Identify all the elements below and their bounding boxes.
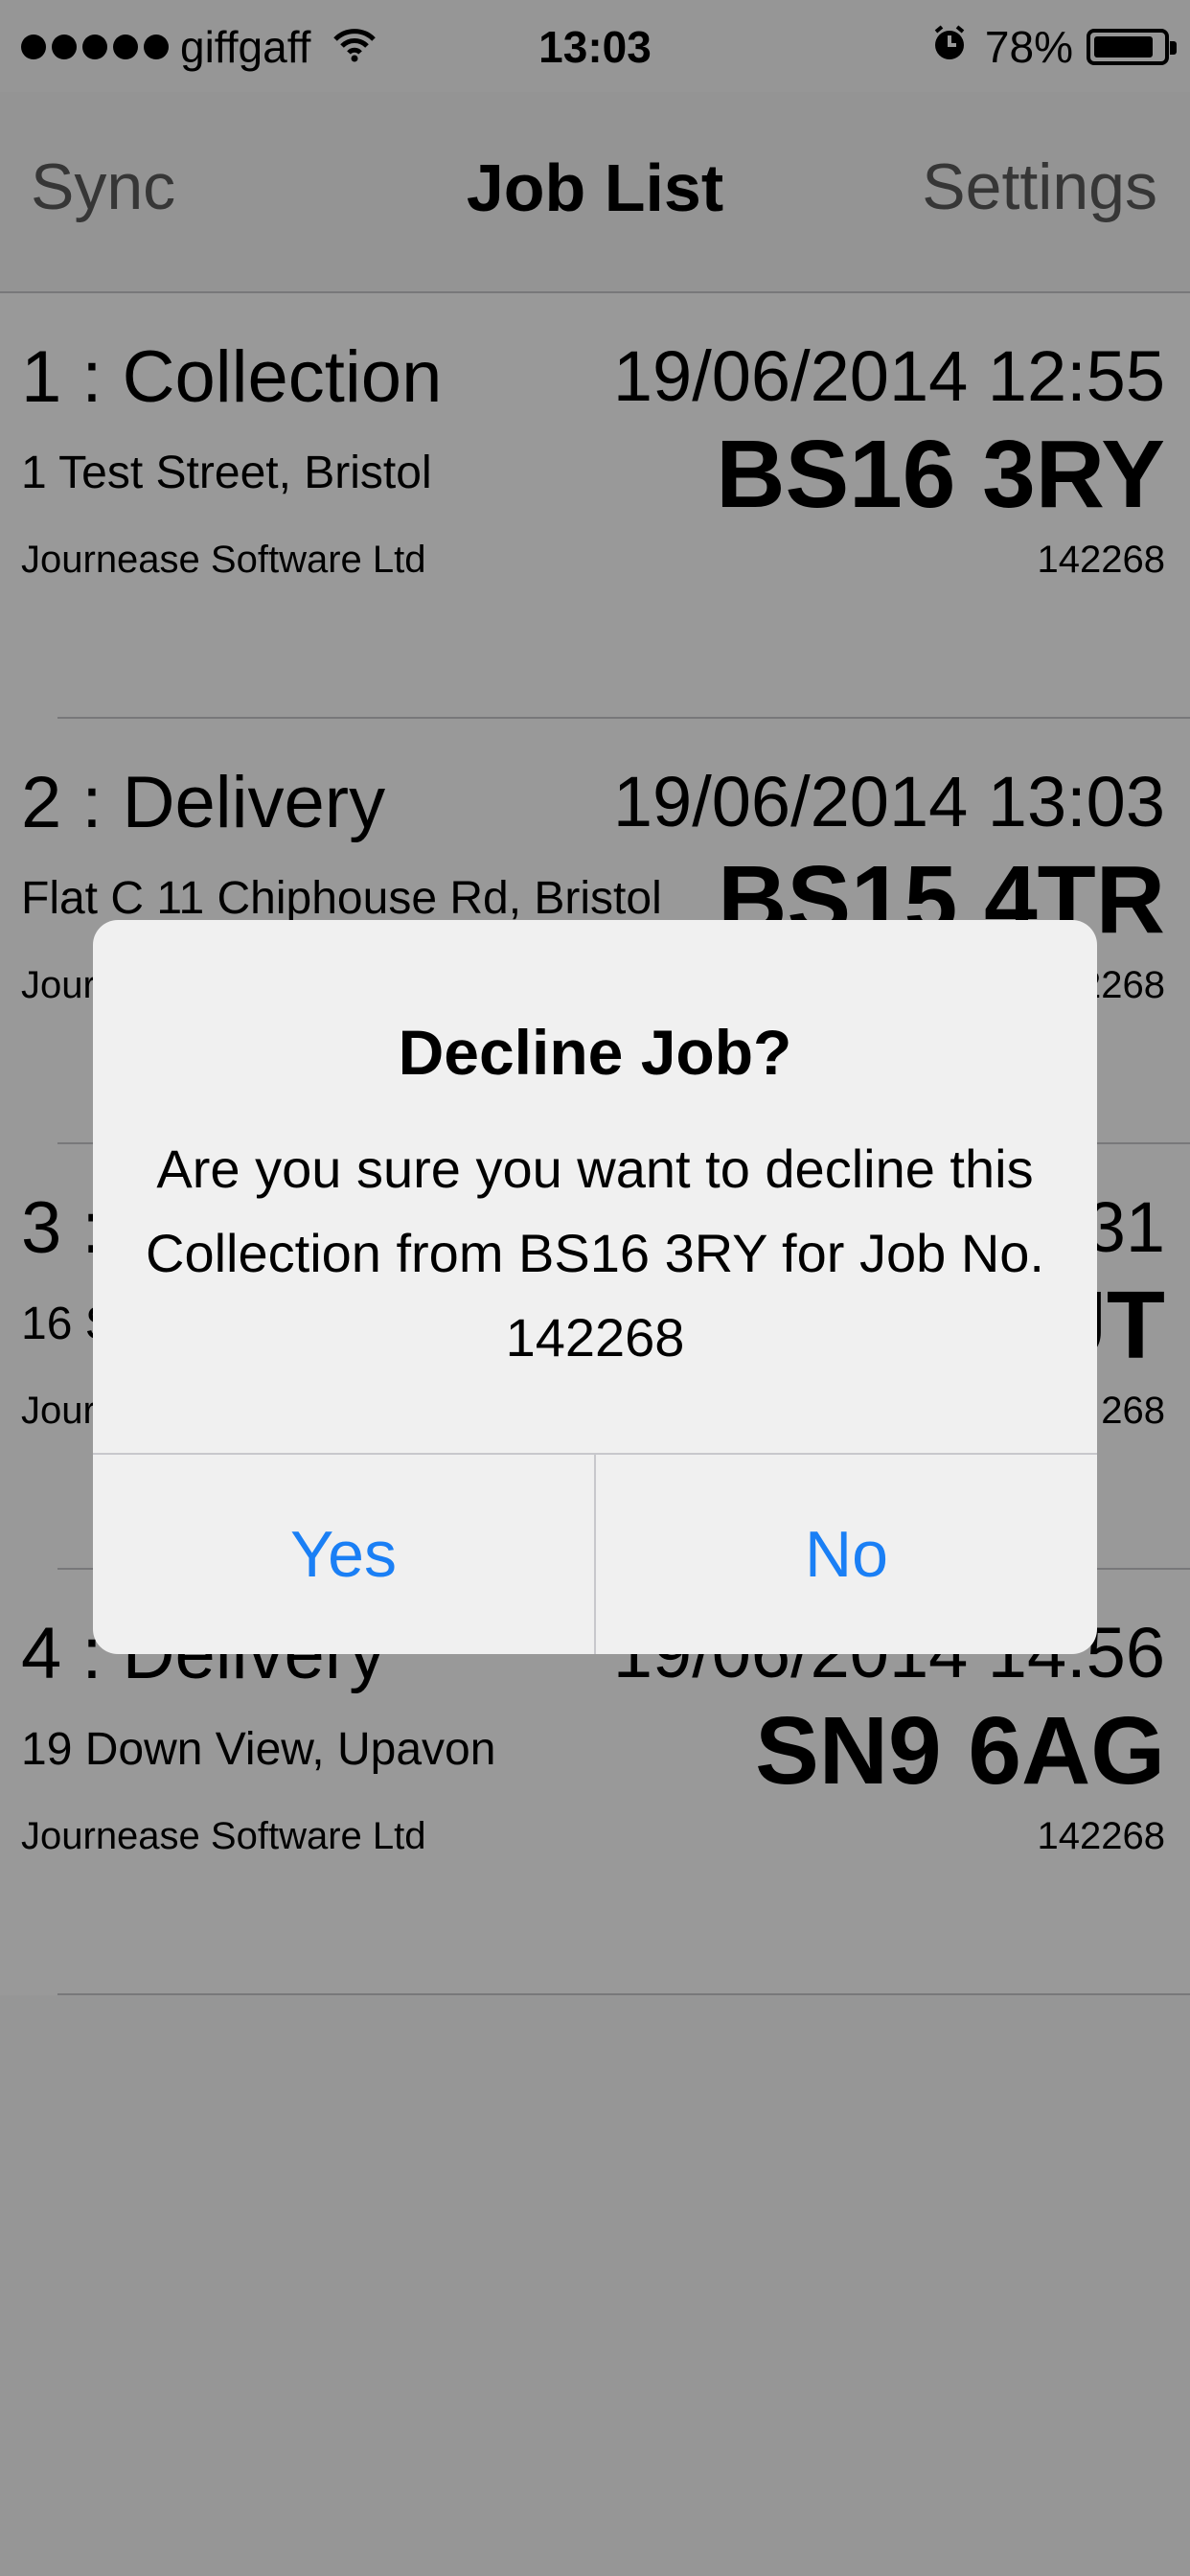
dialog-buttons: Yes No bbox=[93, 1453, 1097, 1654]
dialog-title: Decline Job? bbox=[398, 1017, 792, 1088]
yes-button[interactable]: Yes bbox=[93, 1455, 594, 1654]
decline-job-dialog: Decline Job? Are you sure you want to de… bbox=[93, 920, 1097, 1654]
dialog-message: Are you sure you want to decline this Co… bbox=[146, 1138, 1044, 1368]
no-button[interactable]: No bbox=[594, 1455, 1097, 1654]
